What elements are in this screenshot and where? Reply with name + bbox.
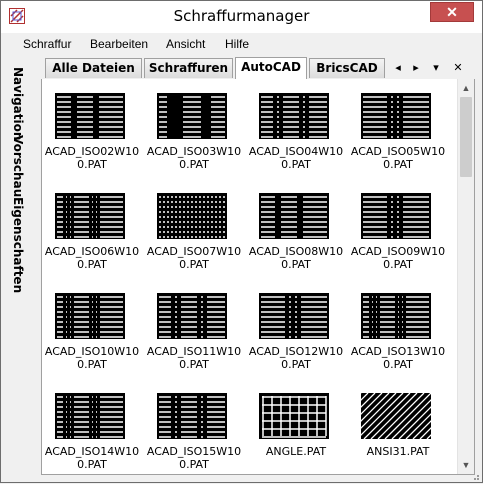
tab-list-icon[interactable]: ▾ [427, 59, 445, 77]
pattern-tile[interactable]: ANGLE.PAT [246, 379, 348, 469]
vertical-scrollbar[interactable]: ▲ ▼ [457, 79, 474, 474]
tab-next-icon[interactable]: ▸ [407, 59, 425, 77]
pattern-name: ACAD_ISO15W100.PAT [146, 445, 242, 471]
side-tab-panel: Navigation Vorschau Eigenschaften [7, 55, 37, 475]
pattern-name: ACAD_ISO08W100.PAT [248, 245, 344, 271]
pattern-thumbnail [157, 293, 227, 339]
pattern-name: ACAD_ISO11W100.PAT [146, 345, 242, 371]
pattern-name: ACAD_ISO09W100.PAT [350, 245, 446, 271]
pattern-tile[interactable]: ACAD_ISO03W100.PAT [144, 79, 246, 171]
tab-close-icon[interactable]: ✕ [449, 59, 467, 77]
pattern-tile[interactable]: ANSI31.PAT [348, 379, 450, 469]
pattern-name: ACAD_ISO10W100.PAT [44, 345, 140, 371]
side-tab-navigation[interactable]: Navigation [11, 67, 25, 140]
pattern-thumbnail [259, 293, 329, 339]
pattern-name: ACAD_ISO14W100.PAT [44, 445, 140, 471]
close-button[interactable]: ✕ [430, 2, 474, 22]
menu-bar: Schraffur Bearbeiten Ansicht Hilfe [1, 33, 482, 55]
pattern-thumbnail [55, 293, 125, 339]
pattern-tile[interactable]: ACAD_ISO15W100.PAT [144, 379, 246, 471]
tab-prev-icon[interactable]: ◂ [389, 59, 407, 77]
scroll-up-icon[interactable]: ▲ [458, 80, 474, 96]
pattern-tile[interactable]: ACAD_ISO12W100.PAT [246, 279, 348, 371]
pattern-name: ACAD_ISO13W100.PAT [350, 345, 446, 371]
menu-hilfe[interactable]: Hilfe [225, 37, 249, 51]
pattern-thumbnail [259, 93, 329, 139]
resize-grip-icon[interactable] [470, 470, 480, 480]
tab-schraffuren[interactable]: Schraffuren [144, 58, 233, 78]
title-bar[interactable]: Schraffurmanager ✕ [1, 1, 482, 33]
close-icon: ✕ [446, 4, 458, 20]
pattern-name: ACAD_ISO06W100.PAT [44, 245, 140, 271]
tab-strip: Alle Dateien Schraffuren AutoCAD BricsCA… [41, 57, 475, 80]
pattern-name: ACAD_ISO02W100.PAT [44, 145, 140, 171]
pattern-tile[interactable]: ACAD_ISO10W100.PAT [42, 279, 144, 371]
pattern-thumbnail [361, 193, 431, 239]
tab-bricscad[interactable]: BricsCAD [309, 58, 385, 78]
menu-bearbeiten[interactable]: Bearbeiten [90, 37, 148, 51]
pattern-thumbnail [361, 93, 431, 139]
pattern-gallery: ACAD_ISO02W100.PAT ACAD_ISO03W100.PAT ACAD… [41, 79, 475, 475]
pattern-tile[interactable]: ACAD_ISO02W100.PAT [42, 79, 144, 171]
pattern-tile[interactable]: ACAD_ISO04W100.PAT [246, 79, 348, 171]
pattern-thumbnail [55, 393, 125, 439]
pattern-thumbnail [157, 193, 227, 239]
pattern-tile[interactable]: ACAD_ISO05W100.PAT [348, 79, 450, 171]
pattern-thumbnail [259, 193, 329, 239]
menu-schraffur[interactable]: Schraffur [23, 37, 71, 51]
pattern-tile[interactable]: ACAD_ISO07W100.PAT [144, 179, 246, 271]
side-tab-vorschau[interactable]: Vorschau [11, 135, 25, 197]
pattern-name: ANGLE.PAT [265, 445, 327, 458]
pattern-name: ACAD_ISO07W100.PAT [146, 245, 242, 271]
pattern-name: ACAD_ISO03W100.PAT [146, 145, 242, 171]
pattern-tile[interactable]: ACAD_ISO14W100.PAT [42, 379, 144, 471]
pattern-tile[interactable]: ACAD_ISO13W100.PAT [348, 279, 450, 371]
pattern-tile[interactable]: ACAD_ISO06W100.PAT [42, 179, 144, 271]
pattern-thumbnail [55, 93, 125, 139]
tab-alle-dateien[interactable]: Alle Dateien [45, 58, 142, 78]
pattern-thumbnail [157, 93, 227, 139]
pattern-thumbnail [55, 193, 125, 239]
pattern-name: ACAD_ISO05W100.PAT [350, 145, 446, 171]
pattern-thumbnail [361, 393, 431, 439]
tab-autocad[interactable]: AutoCAD [235, 57, 307, 79]
hatch-manager-window: Schraffurmanager ✕ Schraffur Bearbeiten … [0, 0, 483, 483]
pattern-name: ACAD_ISO04W100.PAT [248, 145, 344, 171]
pattern-name: ACAD_ISO12W100.PAT [248, 345, 344, 371]
pattern-thumbnail [259, 393, 329, 439]
pattern-thumbnail [157, 393, 227, 439]
scroll-thumb[interactable] [460, 97, 472, 177]
pattern-tile[interactable]: ACAD_ISO11W100.PAT [144, 279, 246, 371]
pattern-tile[interactable]: ACAD_ISO08W100.PAT [246, 179, 348, 271]
pattern-tile[interactable]: ACAD_ISO09W100.PAT [348, 179, 450, 271]
window-title: Schraffurmanager [173, 7, 310, 25]
menu-ansicht[interactable]: Ansicht [166, 37, 205, 51]
pattern-name: ANSI31.PAT [366, 445, 430, 458]
side-tab-eigenschaften[interactable]: Eigenschaften [11, 197, 25, 293]
pattern-thumbnail [361, 293, 431, 339]
